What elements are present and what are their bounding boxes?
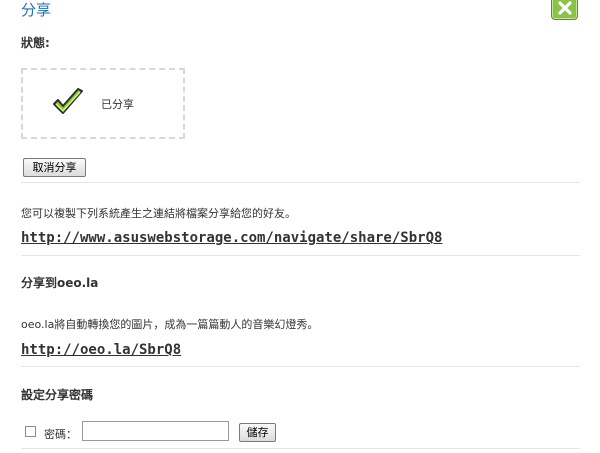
dialog-title: 分享 bbox=[21, 1, 52, 19]
status-label: 狀態: bbox=[21, 36, 50, 50]
oeo-link[interactable]: http://oeo.la/SbrQ8 bbox=[21, 342, 181, 358]
password-input[interactable] bbox=[82, 421, 229, 441]
oeo-description: oeo.la將自動轉換您的圖片，成為一篇篇動人的音樂幻燈秀。 bbox=[21, 318, 319, 331]
checkmark-icon bbox=[53, 88, 83, 114]
share-link[interactable]: http://www.asuswebstorage.com/navigate/s… bbox=[21, 230, 442, 246]
status-box: 已分享 bbox=[21, 68, 185, 139]
divider bbox=[21, 366, 580, 367]
divider bbox=[21, 255, 580, 256]
save-button[interactable]: 儲存 bbox=[239, 423, 276, 442]
status-text: 已分享 bbox=[101, 98, 134, 111]
cancel-share-button[interactable]: 取消分享 bbox=[23, 158, 86, 177]
share-link-description: 您可以複製下列系統產生之連結將檔案分享給您的好友。 bbox=[21, 207, 296, 220]
close-x-icon bbox=[557, 1, 572, 15]
divider bbox=[21, 182, 580, 183]
divider bbox=[21, 448, 580, 449]
oeo-section-title: 分享到oeo.la bbox=[21, 276, 99, 290]
close-button[interactable] bbox=[551, 0, 578, 20]
password-label: 密碼： bbox=[44, 428, 77, 441]
password-checkbox[interactable] bbox=[25, 426, 36, 437]
password-section-title: 設定分享密碼 bbox=[21, 388, 94, 402]
